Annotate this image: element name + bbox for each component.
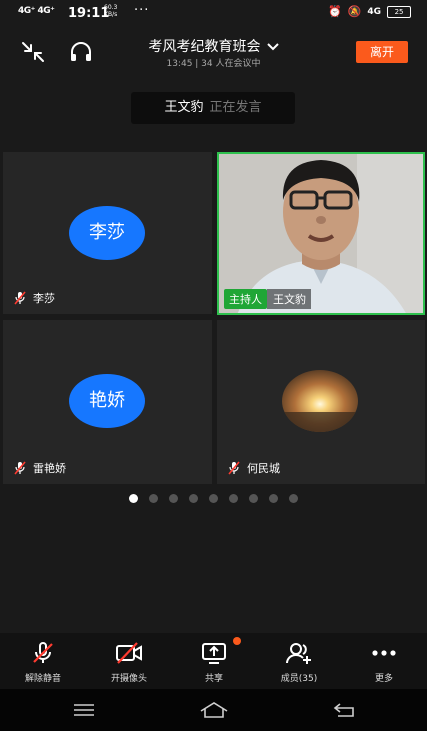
more-button[interactable]: 更多 [349,641,419,684]
avatar: 李莎 [69,206,145,260]
participant-label: 主持人 王文豹 [224,289,311,309]
more-notifications-icon: ··· [134,3,150,18]
share-label: 共享 [204,674,223,684]
system-nav-bar [0,689,427,731]
leave-button[interactable]: 离开 [356,41,408,63]
camera-label: 开摄像头 [110,674,147,684]
participant-tile[interactable]: 李莎 李莎 [3,152,212,314]
page-dot[interactable] [229,494,238,503]
more-icon [372,650,396,656]
page-dot[interactable] [189,494,198,503]
network-speed-unit: KB/s [104,11,118,18]
camera-off-icon [116,642,142,664]
bottom-toolbar: 解除静音 开摄像头 共享 成员(35) 更多 [0,633,427,689]
network-speed-value: 60.3 [104,4,118,11]
participant-label: 何民城 [227,460,280,476]
participant-name: 王文豹 [267,289,311,309]
mic-muted-icon [33,642,53,663]
page-dot[interactable] [289,494,298,503]
status-icons: ⏰ 🔕 4G 25 [328,5,412,18]
participant-tile-video[interactable]: 主持人 王文豹 [217,152,425,315]
speaking-indicator: 王文豹 正在发言 [131,92,295,124]
mute-notification-icon: 🔕 [347,5,362,18]
network-speed: 60.3 KB/s [104,4,117,18]
camera-button[interactable]: 开摄像头 [94,641,164,684]
speaker-name: 王文豹 [164,100,204,115]
back-icon[interactable] [332,702,356,718]
participant-name: 雷艳娇 [33,462,66,475]
members-button[interactable]: 成员(35) [264,641,334,684]
unmute-label: 解除静音 [24,674,61,684]
home-icon[interactable] [199,701,229,719]
participant-label: 雷艳娇 [13,460,66,476]
share-screen-icon [202,643,226,664]
page-dot[interactable] [129,494,138,503]
participant-name: 李莎 [33,292,55,305]
menu-icon[interactable] [73,703,95,717]
signal-icon: 4G [367,6,382,17]
page-dot[interactable] [249,494,258,503]
members-label: 成员(35) [280,674,318,684]
participant-tile[interactable]: 艳娇 雷艳娇 [3,320,212,484]
participant-tile[interactable]: 何民城 [217,320,425,484]
status-bar: 4G⁺ 4G⁺ 19:11 60.3 KB/s ··· ⏰ 🔕 4G 25 [0,0,427,26]
page-dot[interactable] [149,494,158,503]
mic-muted-icon [14,461,26,475]
more-label: 更多 [374,674,393,684]
members-icon [286,643,311,664]
meeting-title-text: 考风考纪教育班会 [148,39,261,55]
network-indicator: 4G⁺ 4G⁺ [18,6,55,16]
page-dot[interactable] [169,494,178,503]
page-dot[interactable] [269,494,278,503]
alarm-icon: ⏰ [328,5,342,18]
chevron-down-icon [266,39,279,55]
speaking-status: 正在发言 [209,100,262,115]
unmute-button[interactable]: 解除静音 [8,641,78,684]
share-button[interactable]: 共享 [179,641,249,684]
battery-icon: 25 [387,5,412,18]
page-indicator [0,494,427,503]
participant-label: 李莎 [13,290,55,306]
mic-muted-icon [228,461,240,475]
page-dot[interactable] [209,494,218,503]
notification-dot [233,637,241,645]
participant-name: 何民城 [247,462,280,475]
host-badge: 主持人 [224,289,267,309]
avatar: 艳娇 [69,374,145,428]
avatar [282,370,358,432]
mic-muted-icon [14,291,26,305]
